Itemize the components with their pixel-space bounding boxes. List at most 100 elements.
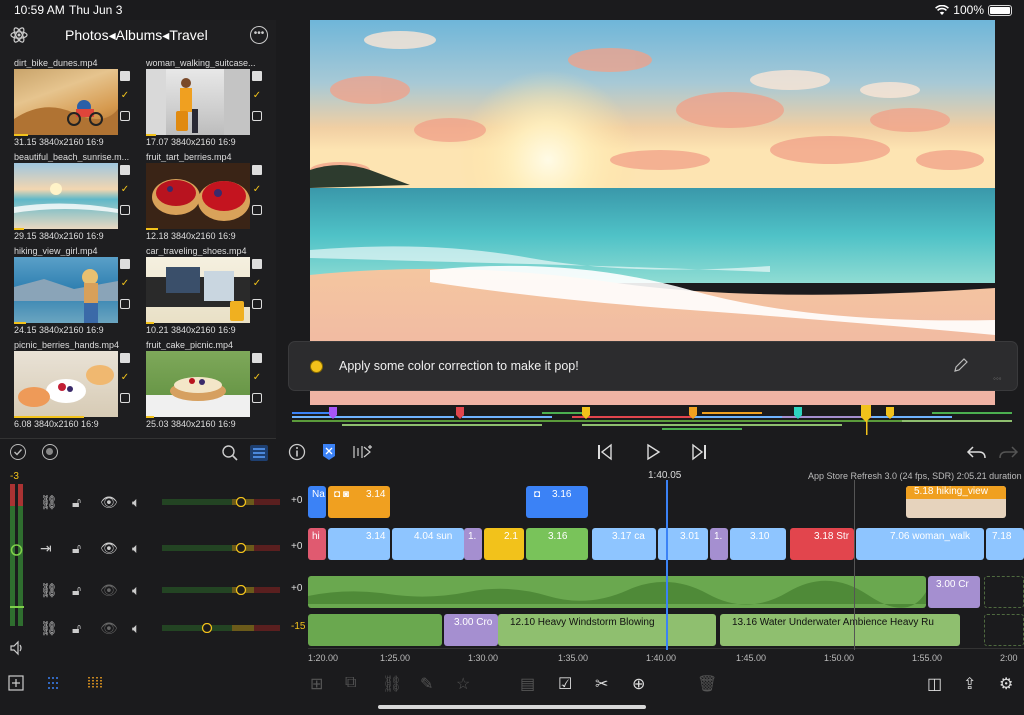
clip-fruit-tart[interactable]: fruit_tart_berries.mp4 12.18 3840x2160 1…	[140, 152, 270, 244]
skip-back-icon[interactable]	[596, 443, 614, 461]
clip-v1-3[interactable]: 3.16 ◘	[526, 486, 588, 518]
clip-v1-2[interactable]: 3.14 ◘ ◙	[328, 486, 390, 518]
transition-icon[interactable]: ⧉	[345, 674, 356, 692]
clip-v2-12[interactable]: 7.06 woman_walk	[856, 528, 984, 560]
track-controls-4: ⛓ 🔓︎ 👁︎ 🔈︎ -15	[36, 618, 308, 640]
link-icon[interactable]: ⛓	[40, 620, 58, 637]
app-window: 10:59 AM Thu Jun 3 100% Photos◂Albums◂Tr…	[0, 0, 1024, 715]
clip-v2-13[interactable]: 7.18	[986, 528, 1024, 560]
redo-icon[interactable]	[998, 443, 1020, 461]
search-icon[interactable]	[221, 444, 239, 462]
breadcrumb[interactable]: Photos◂Albums◂Travel	[65, 27, 208, 44]
meters-icon[interactable]	[86, 674, 104, 692]
clip-v2-1[interactable]: hi	[308, 528, 326, 560]
clip-a2-2[interactable]: 3.00 Cro	[444, 614, 498, 646]
clip-v2-7[interactable]: 3.17 ca	[592, 528, 656, 560]
audio-icon[interactable]: 🔈︎	[132, 540, 140, 557]
lock-icon[interactable]: 🔓︎	[72, 494, 81, 511]
ai-prompt-bar[interactable]: Apply some color correction to make it p…	[289, 342, 1017, 390]
volume-slider[interactable]	[162, 623, 280, 633]
draw-icon[interactable]: ✎	[420, 674, 433, 694]
clip-fruit-cake[interactable]: fruit_cake_picnic.mp4 25.03 3840x2160 16…	[140, 340, 270, 432]
clipboard-icon[interactable]: ▤	[520, 674, 535, 694]
select-check-icon[interactable]	[10, 444, 26, 460]
clip-v2-11[interactable]: 3.18 Str	[790, 528, 854, 560]
more-icon[interactable]: •••	[250, 26, 268, 44]
bag-icon: .	[120, 111, 130, 121]
insert-arrow-icon[interactable]: ⇥	[40, 540, 52, 557]
timeline-overview[interactable]	[282, 405, 1024, 437]
skip-forward-icon[interactable]	[690, 443, 708, 461]
record-icon[interactable]	[42, 444, 58, 460]
track-gain: -15	[291, 621, 306, 632]
clip-v1-4[interactable]: 5.18 hiking_view	[906, 486, 1006, 518]
clip-a1-2[interactable]: 3.00 Cr	[928, 576, 980, 608]
volume-slider[interactable]	[162, 497, 280, 507]
clip-v2-5[interactable]: 2.1	[484, 528, 524, 560]
eye-icon[interactable]: 👁︎	[100, 540, 118, 557]
volume-slider[interactable]	[162, 543, 280, 553]
add-clip-icon[interactable]: ⊞	[310, 674, 323, 694]
resize-grip-icon[interactable]: ◦◦◦	[993, 374, 1002, 383]
list-view-icon[interactable]	[250, 445, 268, 461]
eye-icon[interactable]: 👁︎	[100, 620, 118, 637]
share-icon[interactable]: ⇪	[963, 674, 976, 694]
audio-icon[interactable]: 🔈︎	[132, 620, 140, 637]
audio-icon[interactable]: 🔈︎	[132, 582, 140, 599]
clip-woman-walking[interactable]: woman_walking_suitcase... 17.07 3840x216…	[140, 58, 270, 150]
clip-a2-3[interactable]: 12.10 Heavy Windstorm Blowing	[498, 614, 716, 646]
link-icon[interactable]: ⛓	[40, 494, 58, 511]
tracks-icon[interactable]	[45, 674, 63, 692]
atom-icon[interactable]	[10, 26, 28, 44]
usage-bar	[146, 416, 154, 418]
clip-a1-empty[interactable]	[984, 576, 1024, 608]
clip-a1-1[interactable]	[308, 576, 926, 608]
time-ruler[interactable]: 1:20.00 1:25.00 1:30.00 1:35.00 1:40.00 …	[308, 648, 1024, 666]
layout-icon[interactable]: ◫	[927, 674, 942, 694]
clip-a2-empty[interactable]	[984, 614, 1024, 646]
clip-v2-3[interactable]: 4.04 sun	[392, 528, 464, 560]
clip-hiking-view[interactable]: hiking_view_girl.mp4 24.15 3840x2160 16:…	[8, 246, 138, 338]
clip-car-traveling[interactable]: car_traveling_shoes.mp4 10.21 3840x2160 …	[140, 246, 270, 338]
marker-icon[interactable]	[322, 443, 336, 461]
pencil-icon[interactable]	[953, 357, 969, 373]
scissors-icon[interactable]: ✂	[595, 674, 608, 694]
link-clips-icon[interactable]: ⛓	[382, 674, 402, 694]
clip-v2-2[interactable]: 3.14	[328, 528, 390, 560]
master-level-meter[interactable]	[10, 484, 24, 626]
clip-v2-9[interactable]: 1.	[710, 528, 728, 560]
volume-slider[interactable]	[162, 585, 280, 595]
undo-icon[interactable]	[965, 443, 987, 461]
info-icon[interactable]	[288, 443, 306, 461]
link-icon[interactable]: ⛓	[40, 582, 58, 599]
playhead[interactable]	[666, 480, 668, 650]
clip-dirt-bike[interactable]: dirt_bike_dunes.mp4 31.15 3840x2160 16:9…	[8, 58, 138, 150]
lock-icon[interactable]: 🔓︎	[72, 540, 81, 557]
prompt-text[interactable]: Apply some color correction to make it p…	[339, 359, 579, 373]
settings-gear-icon[interactable]: ⚙	[999, 674, 1013, 694]
clip-badges: ✓.	[252, 165, 264, 225]
eye-icon[interactable]: 👁︎	[100, 494, 118, 511]
eye-icon[interactable]: 👁︎	[100, 582, 118, 599]
import-icon[interactable]	[7, 674, 25, 692]
timeline[interactable]: 1:40.05 App Store Refresh 3.0 (24 fps, S…	[308, 466, 1024, 666]
add-marker-icon[interactable]	[352, 443, 374, 461]
add-icon[interactable]: ⊕	[632, 674, 645, 694]
select-icon[interactable]: ☑	[558, 674, 572, 694]
clip-v1-1[interactable]: Na	[308, 486, 326, 518]
play-icon[interactable]	[644, 443, 662, 461]
clip-beach-sunrise[interactable]: beautiful_beach_sunrise.m... 29.15 3840x…	[8, 152, 138, 244]
clip-v2-6[interactable]: 3.16	[526, 528, 588, 560]
trash-icon[interactable]: 🗑︎	[697, 674, 717, 694]
lock-icon[interactable]: 🔓︎	[72, 620, 81, 637]
clip-v2-4[interactable]: 1.	[464, 528, 482, 560]
star-icon[interactable]: ☆	[456, 674, 470, 694]
clip-a2-1[interactable]	[308, 614, 442, 646]
clip-picnic-berries[interactable]: picnic_berries_hands.mp4 6.08 3840x2160 …	[8, 340, 138, 432]
speaker-icon[interactable]	[9, 640, 25, 656]
clip-a2-4[interactable]: 13.16 Water Underwater Ambience Heavy Ru	[720, 614, 960, 646]
lock-icon[interactable]: 🔓︎	[72, 582, 81, 599]
clip-v2-10[interactable]: 3.10	[730, 528, 786, 560]
clip-thumbnail	[14, 257, 118, 323]
audio-icon[interactable]: 🔈︎	[132, 494, 140, 511]
